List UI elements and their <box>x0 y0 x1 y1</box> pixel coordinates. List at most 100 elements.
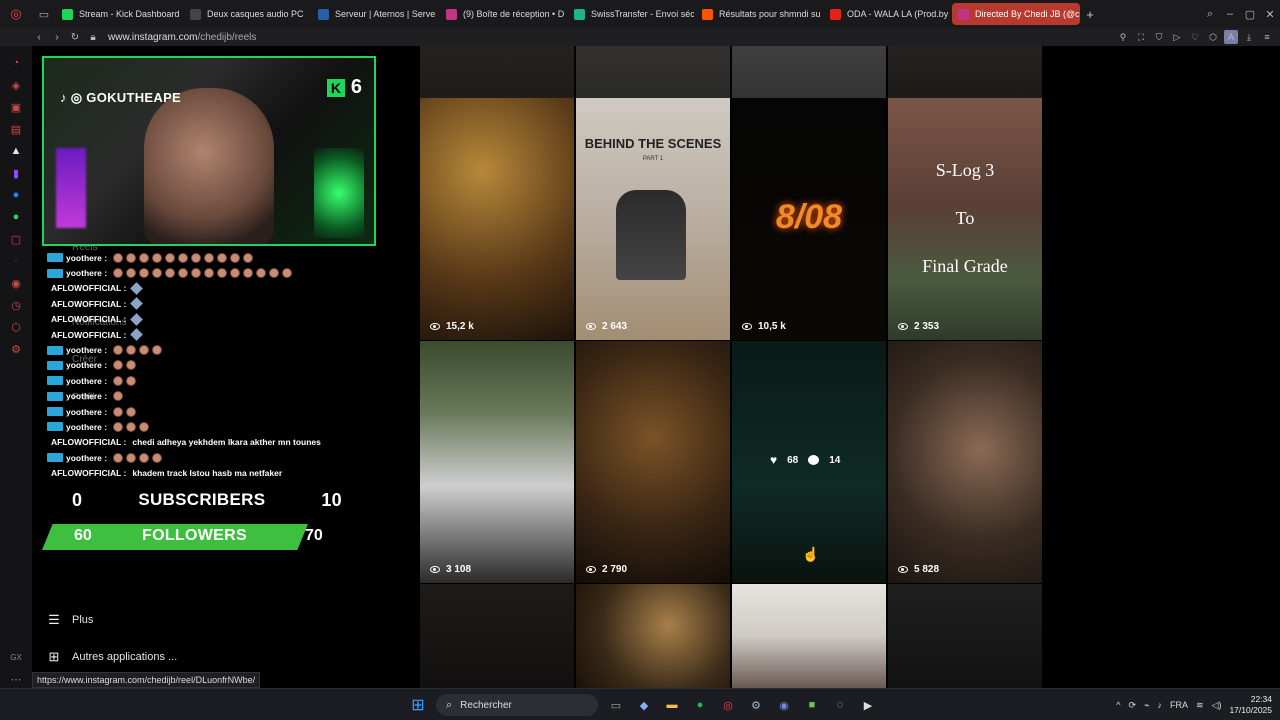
shield-icon[interactable]: ⛉ <box>1152 30 1166 44</box>
eye-icon <box>430 323 440 330</box>
task-view-icon[interactable]: ▭ <box>606 695 626 715</box>
hamburger-icon: ☰ <box>48 612 60 627</box>
tab-4[interactable]: (9) Boîte de réception • D <box>440 3 566 25</box>
emote-icon <box>113 421 124 432</box>
nav-more[interactable]: ☰ Plus <box>46 612 93 628</box>
tray-mic-icon[interactable]: ♪ <box>1157 700 1162 710</box>
reel-tile[interactable]: BEHIND THE SCENES PART 1 2 643 <box>576 98 730 340</box>
search-tabs-icon[interactable]: ⌕ <box>1200 0 1220 28</box>
reel-tile[interactable]: 8/08 10,5 k <box>732 98 886 340</box>
emote-icon <box>126 452 137 463</box>
nav-other-apps[interactable]: ⊞ Autres applications ... <box>46 649 178 665</box>
extensions-icon[interactable]: ⬡ <box>1206 30 1220 44</box>
emote-icon <box>126 421 137 432</box>
rocket-emote-icon <box>130 297 144 311</box>
chat-message: AFLOWOFFICIAL : <box>47 281 387 296</box>
reel-tile[interactable] <box>732 584 886 688</box>
extensions-sidebar-icon[interactable]: ⬡ <box>6 316 26 338</box>
eye-icon <box>586 566 596 573</box>
maximize-button[interactable]: ▢ <box>1240 0 1260 28</box>
subscriber-badge-icon <box>47 376 63 386</box>
discord-icon[interactable]: ◉ <box>774 695 794 715</box>
tab-5[interactable]: SwissTransfer - Envoi séc <box>568 3 694 25</box>
gx-control-icon[interactable]: ◔ <box>6 52 26 74</box>
messenger-icon[interactable]: ● <box>6 184 26 206</box>
volume-icon[interactable]: ◁) <box>1212 700 1222 711</box>
taskbar-search[interactable]: ⌕ Rechercher <box>436 694 598 716</box>
url-field[interactable]: www.instagram.com/chedijb/reels <box>108 32 256 43</box>
language-indicator[interactable]: FRA <box>1170 700 1188 710</box>
tab-8[interactable]: Directed By Chedi JB (@c <box>952 3 1080 25</box>
history-icon[interactable]: ◷ <box>6 294 26 316</box>
twitch-icon[interactable]: ▮ <box>6 162 26 184</box>
tab-7[interactable]: ODA - WALA LA (Prod.by <box>824 3 950 25</box>
spotify-icon[interactable]: ● <box>690 695 710 715</box>
new-tab-button[interactable]: + <box>1080 4 1100 24</box>
opera-gx-icon[interactable]: ◎ <box>718 695 738 715</box>
reel-tile[interactable] <box>888 584 1042 688</box>
emote-icon <box>217 268 228 279</box>
reel-tile[interactable]: 5 828 <box>888 341 1042 583</box>
opera-gx-logo-icon[interactable]: ◎ <box>0 0 32 28</box>
followers-goal-value: 70 <box>305 527 323 544</box>
tab-3[interactable]: Serveur | Aternos | Serve <box>312 3 438 25</box>
views-count: 3 108 <box>446 564 472 575</box>
gx-aternos-icon[interactable]: ▲ <box>6 140 26 162</box>
file-explorer-icon[interactable]: ▬ <box>662 695 682 715</box>
minecraft-icon[interactable]: ■ <box>802 695 822 715</box>
pin-icon[interactable]: ⚲ <box>1116 30 1130 44</box>
reel-tile[interactable] <box>420 584 574 688</box>
windows-start-icon[interactable]: ⊞ <box>408 695 428 715</box>
reel-tile[interactable]: 3 108 <box>420 341 574 583</box>
forward-icon[interactable]: › <box>48 28 66 46</box>
more-icon[interactable]: ⋯ <box>6 668 26 690</box>
gx-corner-icon[interactable]: ◈ <box>6 74 26 96</box>
back-icon[interactable]: ‹ <box>30 28 48 46</box>
chat-username: yoothere : <box>66 452 108 463</box>
player-icon[interactable]: ◉ <box>6 272 26 294</box>
emote-icon <box>139 421 150 432</box>
tab-6[interactable]: Résultats pour shmndi su <box>696 3 822 25</box>
reel-tile[interactable]: S-Log 3 To Final Grade 2 353 <box>888 98 1042 340</box>
download-icon[interactable]: ⤓ <box>1242 30 1256 44</box>
chat-message: AFLOWOFFICIAL : <box>47 327 387 342</box>
gx-music-icon[interactable]: ▤ <box>6 118 26 140</box>
tray-chevron-icon[interactable]: ^ <box>1116 700 1120 710</box>
snapshot-icon[interactable]: ⛶ <box>1134 30 1148 44</box>
tab-1[interactable]: Stream - Kick Dashboard <box>56 3 182 25</box>
close-window-button[interactable]: ✕ <box>1260 0 1280 28</box>
menu-icon[interactable]: ≡ <box>1260 30 1274 44</box>
minimize-button[interactable]: – <box>1220 0 1240 28</box>
tab-menu-icon[interactable]: ▭ <box>32 0 56 28</box>
copilot-icon[interactable]: ◆ <box>634 695 654 715</box>
reel-tile[interactable]: 15,2 k <box>420 98 574 340</box>
heart-icon[interactable]: ♡ <box>1188 30 1202 44</box>
youtube-icon <box>830 8 841 20</box>
taskbar-clock[interactable]: 22:34 17/10/2025 <box>1229 694 1272 716</box>
steam-icon[interactable]: ⚙ <box>746 695 766 715</box>
gx-badge-icon: GX <box>10 652 22 662</box>
reload-icon[interactable]: ↻ <box>66 28 84 46</box>
reel-tile[interactable] <box>576 584 730 688</box>
subscriber-badge-icon <box>47 253 63 263</box>
tray-network-icon[interactable]: ⌁ <box>1144 700 1149 711</box>
reel-figures <box>616 190 686 280</box>
profile-avatar[interactable]: A <box>1224 30 1238 44</box>
gx-twitch-icon[interactable]: ▣ <box>6 96 26 118</box>
obs-icon[interactable]: ◌ <box>830 695 850 715</box>
whatsapp-icon[interactable]: ● <box>6 206 26 228</box>
chat-username: AFLOWOFFICIAL : <box>51 314 127 325</box>
instagram-icon[interactable]: ▢ <box>6 228 26 250</box>
tab-2[interactable]: Deux casques audio PC <box>184 3 310 25</box>
play-icon[interactable]: ▷ <box>1170 30 1184 44</box>
reel-title-line: To <box>955 208 975 228</box>
wifi-icon[interactable]: ≋ <box>1196 700 1204 711</box>
reel-tile[interactable]: ♥ 68 14 ☝ <box>732 341 886 583</box>
reel-title: BEHIND THE SCENES <box>584 136 722 151</box>
settings-icon[interactable]: ⚙ <box>6 338 26 360</box>
media-player-icon[interactable]: ▶ <box>858 695 878 715</box>
chat-message: yoothere : <box>47 389 387 404</box>
tray-sync-icon[interactable]: ⟳ <box>1129 700 1137 711</box>
views-count: 2 790 <box>602 564 628 575</box>
reel-tile[interactable]: 2 790 <box>576 341 730 583</box>
